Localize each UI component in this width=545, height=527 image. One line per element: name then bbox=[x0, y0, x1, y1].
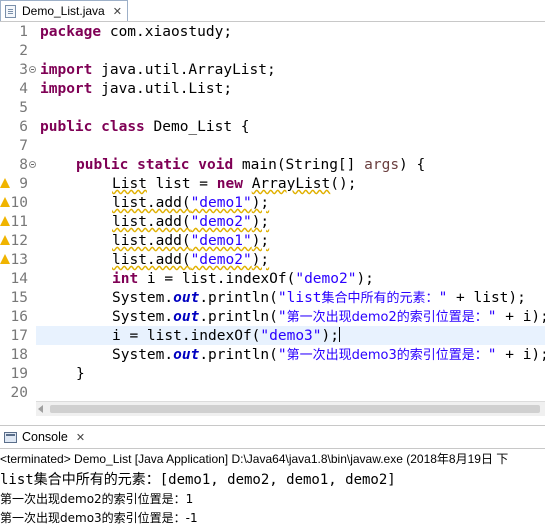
editor-tab-bar: Demo_List.java ✕ bbox=[0, 0, 545, 22]
line-number: 12 bbox=[10, 233, 28, 249]
gutter-line: 2 bbox=[0, 42, 30, 61]
editor-tab-demo-list[interactable]: Demo_List.java ✕ bbox=[0, 0, 128, 21]
close-icon[interactable]: ✕ bbox=[76, 431, 85, 444]
warning-icon[interactable] bbox=[0, 197, 10, 207]
text-cursor bbox=[338, 327, 340, 342]
java-file-icon bbox=[5, 4, 16, 18]
line-number: 16 bbox=[10, 309, 28, 325]
horizontal-scrollbar[interactable] bbox=[36, 401, 545, 416]
fold-collapse-icon[interactable] bbox=[29, 161, 36, 168]
code-line-import-list: import java.util.List; bbox=[40, 81, 233, 97]
console-tab[interactable]: Console ✕ bbox=[0, 426, 85, 448]
line-number: 17 bbox=[10, 328, 28, 344]
console-tab-label: Console bbox=[22, 430, 68, 444]
code-line-indexof-demo2: int i = list.indexOf("demo2"); bbox=[112, 271, 374, 287]
line-number: 15 bbox=[10, 290, 28, 306]
code-line-println-demo3: System.out.println("第一次出现demo3的索引位置是：" +… bbox=[112, 347, 545, 363]
editor-tab-label: Demo_List.java bbox=[22, 4, 105, 18]
line-number: 2 bbox=[19, 43, 28, 59]
code-line-add-2: list.add("demo2"); bbox=[112, 214, 270, 230]
code-line-indexof-demo3: i = list.indexOf("demo3"); bbox=[112, 327, 340, 344]
line-number: 4 bbox=[19, 81, 28, 97]
gutter-line: 10 bbox=[0, 194, 30, 213]
warning-icon[interactable] bbox=[0, 216, 10, 226]
scroll-left-arrow-icon[interactable] bbox=[38, 405, 43, 413]
code-line-add-3: list.add("demo1"); bbox=[112, 233, 270, 249]
code-line-list-new: List list = new ArrayList(); bbox=[112, 176, 357, 192]
console-output-line: 第一次出现demo3的索引位置是：-1 bbox=[0, 511, 198, 525]
line-number: 18 bbox=[10, 347, 28, 363]
warning-icon[interactable] bbox=[0, 235, 10, 245]
gutter-line: 17 bbox=[0, 327, 30, 346]
line-number: 10 bbox=[10, 195, 28, 211]
code-line-println-demo2: System.out.println("第一次出现demo2的索引位置是：" +… bbox=[112, 309, 545, 325]
console-icon bbox=[4, 431, 17, 443]
gutter-line: 6 bbox=[0, 118, 30, 137]
line-number: 5 bbox=[19, 100, 28, 116]
gutter-line: 1 bbox=[0, 23, 30, 42]
gutter-line: 12 bbox=[0, 232, 30, 251]
code-editor[interactable]: 1 2 3 4 5 6 7 8 9 10 11 12 13 14 15 16 1… bbox=[0, 22, 545, 401]
warning-icon[interactable] bbox=[0, 254, 10, 264]
gutter-line: 20 bbox=[0, 384, 30, 403]
console-output-line: 第一次出现demo2的索引位置是：1 bbox=[0, 492, 194, 506]
line-number: 14 bbox=[10, 271, 28, 287]
code-line-add-4: list.add("demo2"); bbox=[112, 252, 270, 268]
gutter-line: 3 bbox=[0, 61, 36, 80]
gutter-line: 14 bbox=[0, 270, 30, 289]
line-number: 11 bbox=[10, 214, 28, 230]
gutter-line: 11 bbox=[0, 213, 30, 232]
close-icon[interactable]: ✕ bbox=[113, 5, 122, 18]
console-tab-bar: Console ✕ bbox=[0, 425, 545, 449]
line-number: 3 bbox=[19, 62, 28, 78]
code-line-main-decl: public static void main(String[] args) { bbox=[76, 157, 426, 173]
gutter-line: 5 bbox=[0, 99, 30, 118]
code-line-class-decl: public class Demo_List { bbox=[40, 119, 250, 135]
code-line-package: package com.xiaostudy; bbox=[40, 24, 233, 40]
code-line-add-1: list.add("demo1"); bbox=[112, 195, 270, 211]
code-line-println-list: System.out.println("list集合中所有的元素：" + lis… bbox=[112, 290, 526, 306]
line-number: 20 bbox=[10, 385, 28, 401]
gutter-line: 4 bbox=[0, 80, 30, 99]
warning-icon[interactable] bbox=[0, 178, 10, 188]
scrollbar-thumb[interactable] bbox=[50, 405, 540, 413]
code-line-import-arraylist: import java.util.ArrayList; bbox=[40, 62, 276, 78]
gutter-line: 7 bbox=[0, 137, 30, 156]
line-number: 13 bbox=[10, 252, 28, 268]
line-number: 1 bbox=[19, 24, 28, 40]
gutter-line: 9 bbox=[0, 175, 30, 194]
console-output-line: list集合中所有的元素：[demo1, demo2, demo1, demo2… bbox=[0, 472, 396, 488]
line-number: 8 bbox=[19, 157, 28, 173]
gutter-line: 16 bbox=[0, 308, 30, 327]
code-line-close-brace: } bbox=[76, 366, 85, 382]
gutter-line: 15 bbox=[0, 289, 30, 308]
gutter-line: 8 bbox=[0, 156, 36, 175]
gutter-line: 19 bbox=[0, 365, 30, 384]
line-number: 9 bbox=[19, 176, 28, 192]
console-status-line: <terminated> Demo_List [Java Application… bbox=[0, 452, 509, 466]
fold-collapse-icon[interactable] bbox=[29, 66, 36, 73]
line-number-gutter: 1 2 3 4 5 6 7 8 9 10 11 12 13 14 15 16 1… bbox=[0, 22, 36, 401]
line-number: 7 bbox=[19, 138, 28, 154]
line-number: 19 bbox=[10, 366, 28, 382]
gutter-line: 13 bbox=[0, 251, 30, 270]
line-number: 6 bbox=[19, 119, 28, 135]
gutter-line: 18 bbox=[0, 346, 30, 365]
